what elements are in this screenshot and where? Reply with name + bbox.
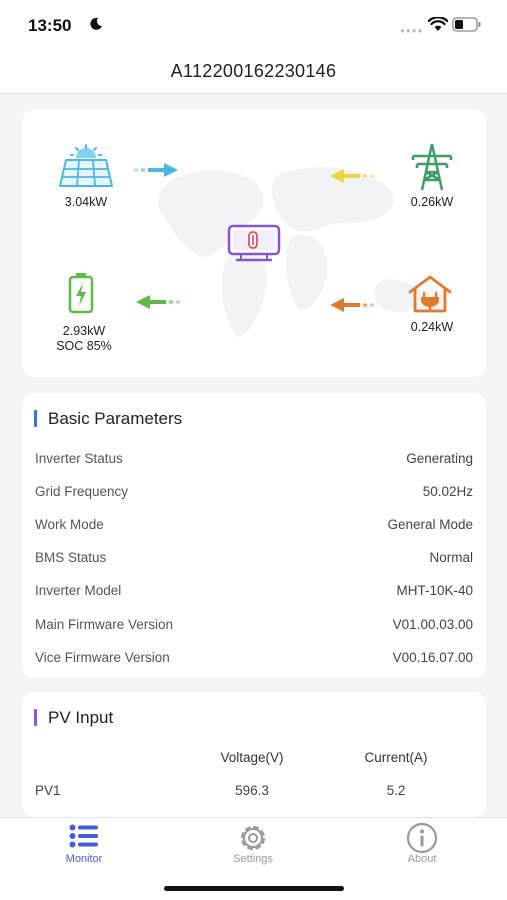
wifi-icon: [428, 17, 448, 31]
pv-input-card: PV Input Voltage(V) Current(A) PV1 596.3…: [22, 692, 486, 817]
moon-icon: [90, 17, 102, 30]
energy-flow-card: 3.04kW 0.26kW 2.93kW SOC 85% 0.24kW: [22, 110, 486, 377]
param-value: 50.02Hz: [422, 484, 473, 499]
battery-status-icon: [452, 17, 481, 32]
param-row: Main Firmware Version V01.00.03.00: [35, 617, 473, 637]
param-value: MHT-10K-40: [396, 583, 473, 598]
basic-parameters-card: Basic Parameters Inverter Status Generat…: [22, 393, 486, 678]
param-label: Work Mode: [35, 517, 104, 532]
param-row: BMS Status Normal: [35, 550, 473, 570]
param-label: Grid Frequency: [35, 484, 129, 499]
battery-soc-value: SOC 85%: [56, 339, 112, 353]
gear-icon: [241, 826, 265, 850]
inverter-icon: [227, 224, 281, 262]
home-indicator: [164, 886, 344, 891]
section-accent-bar: [34, 410, 37, 427]
param-label: Main Firmware Version: [35, 617, 174, 632]
pv-row-current: 5.2: [386, 783, 406, 798]
pv-row-voltage: 596.3: [235, 783, 269, 798]
signal-icon: ●●●●: [400, 26, 424, 35]
home-load-icon: [408, 275, 452, 313]
param-label: Inverter Model: [35, 583, 122, 598]
battery-power-value: 2.93kW: [62, 324, 106, 338]
load-flow-arrow: [330, 298, 374, 312]
voltage-column-header: Voltage(V): [220, 750, 284, 765]
basic-parameters-title: Basic Parameters: [48, 409, 183, 428]
grid-power-value: 0.26kW: [410, 195, 454, 209]
param-value: Generating: [406, 451, 473, 466]
status-bar: 13:50 ●●●●: [0, 0, 507, 50]
solar-panel-icon: [59, 144, 113, 187]
param-value: V00.16.07.00: [392, 650, 473, 665]
pv-row-name: PV1: [35, 783, 61, 798]
section-accent-bar: [34, 709, 37, 726]
info-icon: [406, 822, 438, 854]
device-serial-title: A112200162230146: [170, 61, 337, 81]
battery-flow-arrow: [136, 295, 180, 309]
tab-monitor[interactable]: Monitor: [29, 818, 139, 878]
param-label: Inverter Status: [35, 451, 123, 466]
tab-monitor-label: Monitor: [65, 853, 103, 865]
grid-flow-arrow: [330, 169, 374, 183]
pv-input-title: PV Input: [48, 708, 114, 727]
load-power-value: 0.24kW: [410, 320, 454, 334]
param-value: General Mode: [387, 517, 473, 532]
list-icon: [69, 824, 98, 848]
param-row: Vice Firmware Version V00.16.07.00: [35, 650, 473, 670]
param-label: Vice Firmware Version: [35, 650, 170, 665]
pv-power-value: 3.04kW: [64, 195, 108, 209]
grid-tower-icon: [411, 143, 453, 191]
param-row: Inverter Status Generating: [35, 451, 473, 471]
current-column-header: Current(A): [364, 750, 428, 765]
param-label: BMS Status: [35, 550, 107, 565]
battery-icon: [68, 273, 94, 314]
nav-bar: A112200162230146: [0, 50, 507, 94]
param-value: Normal: [429, 550, 473, 565]
tab-about-label: About: [407, 853, 437, 865]
status-time: 13:50: [28, 16, 72, 35]
param-row: Work Mode General Mode: [35, 517, 473, 537]
param-row: Inverter Model MHT-10K-40: [35, 583, 473, 603]
param-row: Grid Frequency 50.02Hz: [35, 484, 473, 504]
param-value: V01.00.03.00: [392, 617, 473, 632]
tab-about[interactable]: About: [367, 818, 477, 878]
tab-settings[interactable]: Settings: [198, 818, 308, 878]
pv-flow-arrow: [134, 163, 178, 177]
tab-settings-label: Settings: [233, 853, 273, 865]
